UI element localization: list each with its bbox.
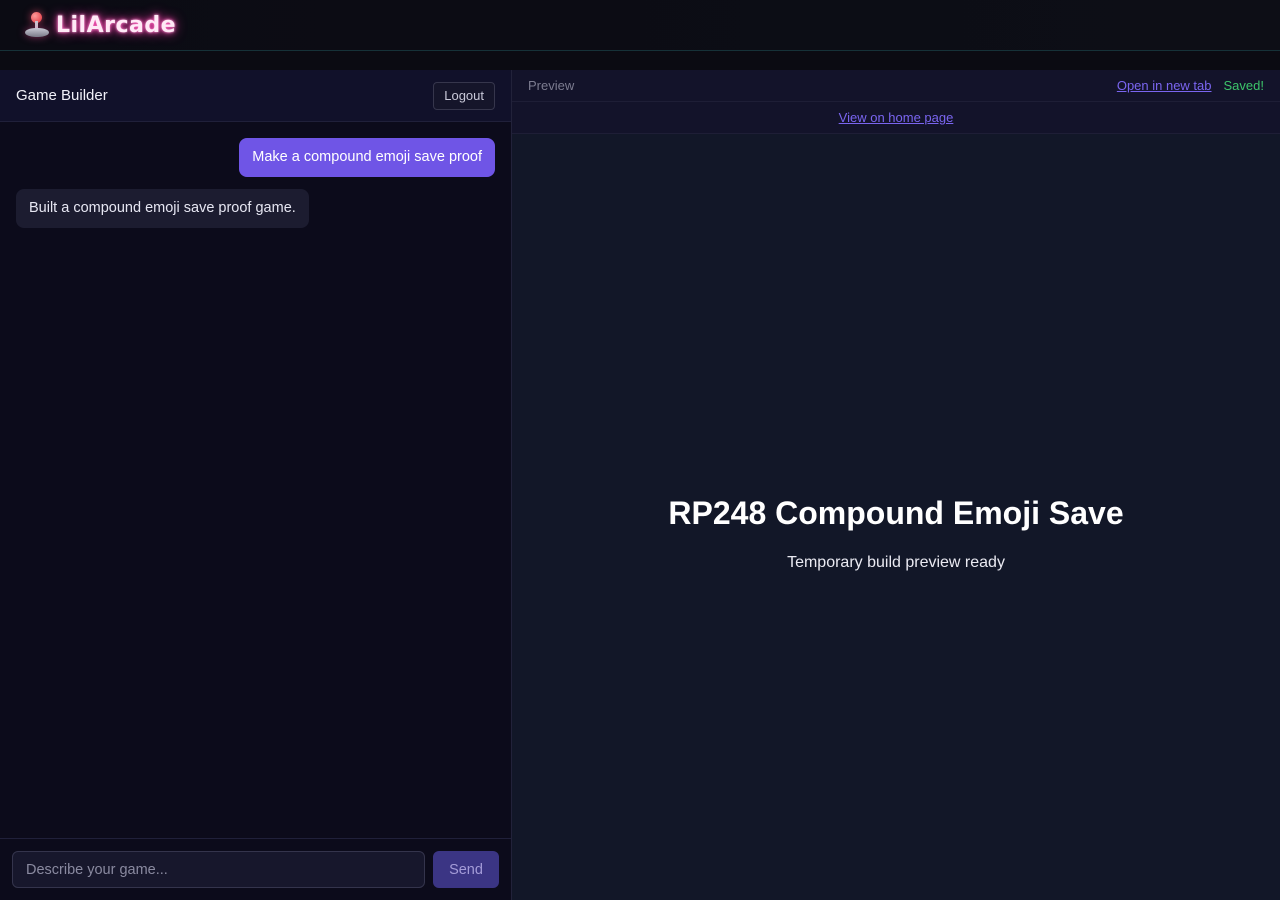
joystick-icon	[24, 10, 50, 40]
logout-button[interactable]: Logout	[433, 81, 495, 110]
open-in-new-tab-link[interactable]: Open in new tab	[1117, 78, 1212, 93]
builder-panel: Game Builder Logout Make a compound emoj…	[0, 70, 512, 900]
builder-title: Game Builder	[16, 87, 108, 104]
game-subtitle: Temporary build preview ready	[787, 553, 1005, 571]
sub-bar	[0, 51, 1280, 70]
assistant-message: Built a compound emoji save proof game.	[16, 189, 309, 229]
game-description-input[interactable]	[12, 851, 425, 888]
composer: Send	[0, 838, 511, 900]
logo[interactable]: LilArcade	[24, 10, 176, 40]
game-title: RP248 Compound Emoji Save	[668, 494, 1124, 531]
send-button[interactable]: Send	[433, 851, 499, 888]
saved-status: Saved!	[1223, 78, 1264, 93]
preview-label: Preview	[528, 78, 575, 93]
builder-header: Game Builder Logout	[0, 70, 511, 122]
top-bar: LilArcade	[0, 0, 1280, 51]
preview-actions: Open in new tab Saved!	[1117, 78, 1264, 93]
chat-log: Make a compound emoji save proof Built a…	[0, 122, 511, 229]
view-on-home-page-link[interactable]: View on home page	[839, 110, 954, 125]
user-message: Make a compound emoji save proof	[239, 138, 495, 178]
logo-text: LilArcade	[56, 12, 177, 38]
preview-toolbar: Preview Open in new tab Saved!	[512, 70, 1280, 102]
game-preview-frame[interactable]: RP248 Compound Emoji Save Temporary buil…	[512, 134, 1280, 900]
home-link-bar: View on home page	[512, 102, 1280, 134]
preview-panel: Preview Open in new tab Saved! View on h…	[512, 70, 1280, 900]
